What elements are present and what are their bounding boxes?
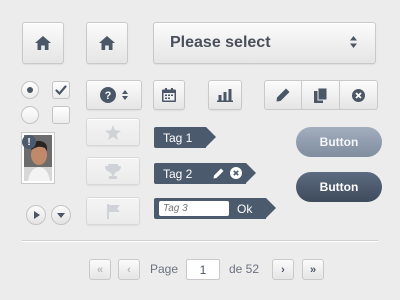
prev-page-button[interactable]: ‹	[118, 259, 140, 280]
svg-text:?: ?	[105, 90, 112, 102]
alert-badge: !	[22, 135, 36, 149]
tag-1[interactable]: Tag 1	[154, 127, 216, 148]
radio-checked[interactable]	[21, 81, 39, 99]
checkbox-unchecked[interactable]	[52, 106, 70, 124]
close-circle-icon[interactable]	[230, 167, 242, 179]
flag-button[interactable]	[86, 197, 140, 225]
divider	[22, 240, 378, 242]
first-page-button[interactable]: «	[89, 259, 111, 280]
star-icon	[105, 124, 121, 140]
radio-unchecked[interactable]	[21, 106, 39, 124]
home-button[interactable]	[22, 22, 64, 64]
pencil-icon[interactable]	[213, 168, 224, 179]
question-circle-icon: ?	[100, 87, 116, 103]
copy-button[interactable]	[302, 80, 340, 110]
home-button-alt[interactable]	[86, 22, 128, 64]
dropdown-round-button[interactable]	[51, 205, 71, 225]
tag-label: Tag 1	[163, 130, 193, 145]
flag-icon	[106, 203, 120, 219]
edit-button-group	[264, 80, 378, 110]
pencil-icon	[276, 88, 290, 102]
edit-button[interactable]	[264, 80, 302, 110]
close-circle-icon	[352, 88, 365, 102]
play-button[interactable]	[26, 205, 46, 225]
tag-input[interactable]	[159, 201, 229, 216]
tag-label: Tag 2	[163, 166, 193, 181]
home-icon	[35, 36, 51, 50]
up-down-arrows-icon	[350, 36, 357, 48]
copy-icon	[314, 87, 327, 103]
tag-3-editor: Ok	[154, 198, 276, 219]
star-button[interactable]	[86, 118, 140, 146]
page-label: Page	[150, 262, 179, 276]
bar-chart-icon	[217, 88, 233, 102]
home-icon	[99, 36, 115, 50]
chart-button[interactable]	[208, 80, 242, 110]
primary-button-dark[interactable]: Button	[296, 172, 382, 202]
play-icon	[33, 211, 40, 219]
tag-2[interactable]: Tag 2	[154, 163, 256, 184]
calendar-button[interactable]	[153, 80, 185, 110]
tag-ok-button[interactable]: Ok	[237, 202, 252, 216]
chevron-down-icon	[57, 212, 65, 218]
checkbox-checked[interactable]	[52, 81, 70, 99]
page-count-label: de 52	[229, 262, 260, 276]
delete-button[interactable]	[340, 80, 378, 110]
up-down-arrows-icon	[122, 90, 128, 100]
primary-button-light[interactable]: Button	[296, 127, 382, 157]
next-page-button[interactable]: ›	[272, 259, 294, 280]
page-input[interactable]	[186, 259, 220, 280]
help-dropdown-button[interactable]: ?	[86, 80, 142, 110]
trophy-button[interactable]	[86, 157, 140, 185]
trophy-icon	[105, 163, 121, 179]
select-value: Please select	[170, 34, 271, 51]
last-page-button[interactable]: »	[302, 259, 324, 280]
dropdown-select[interactable]: Please select	[153, 22, 376, 64]
button-label: Button	[319, 180, 359, 194]
button-label: Button	[319, 135, 359, 149]
calendar-icon	[162, 88, 176, 102]
